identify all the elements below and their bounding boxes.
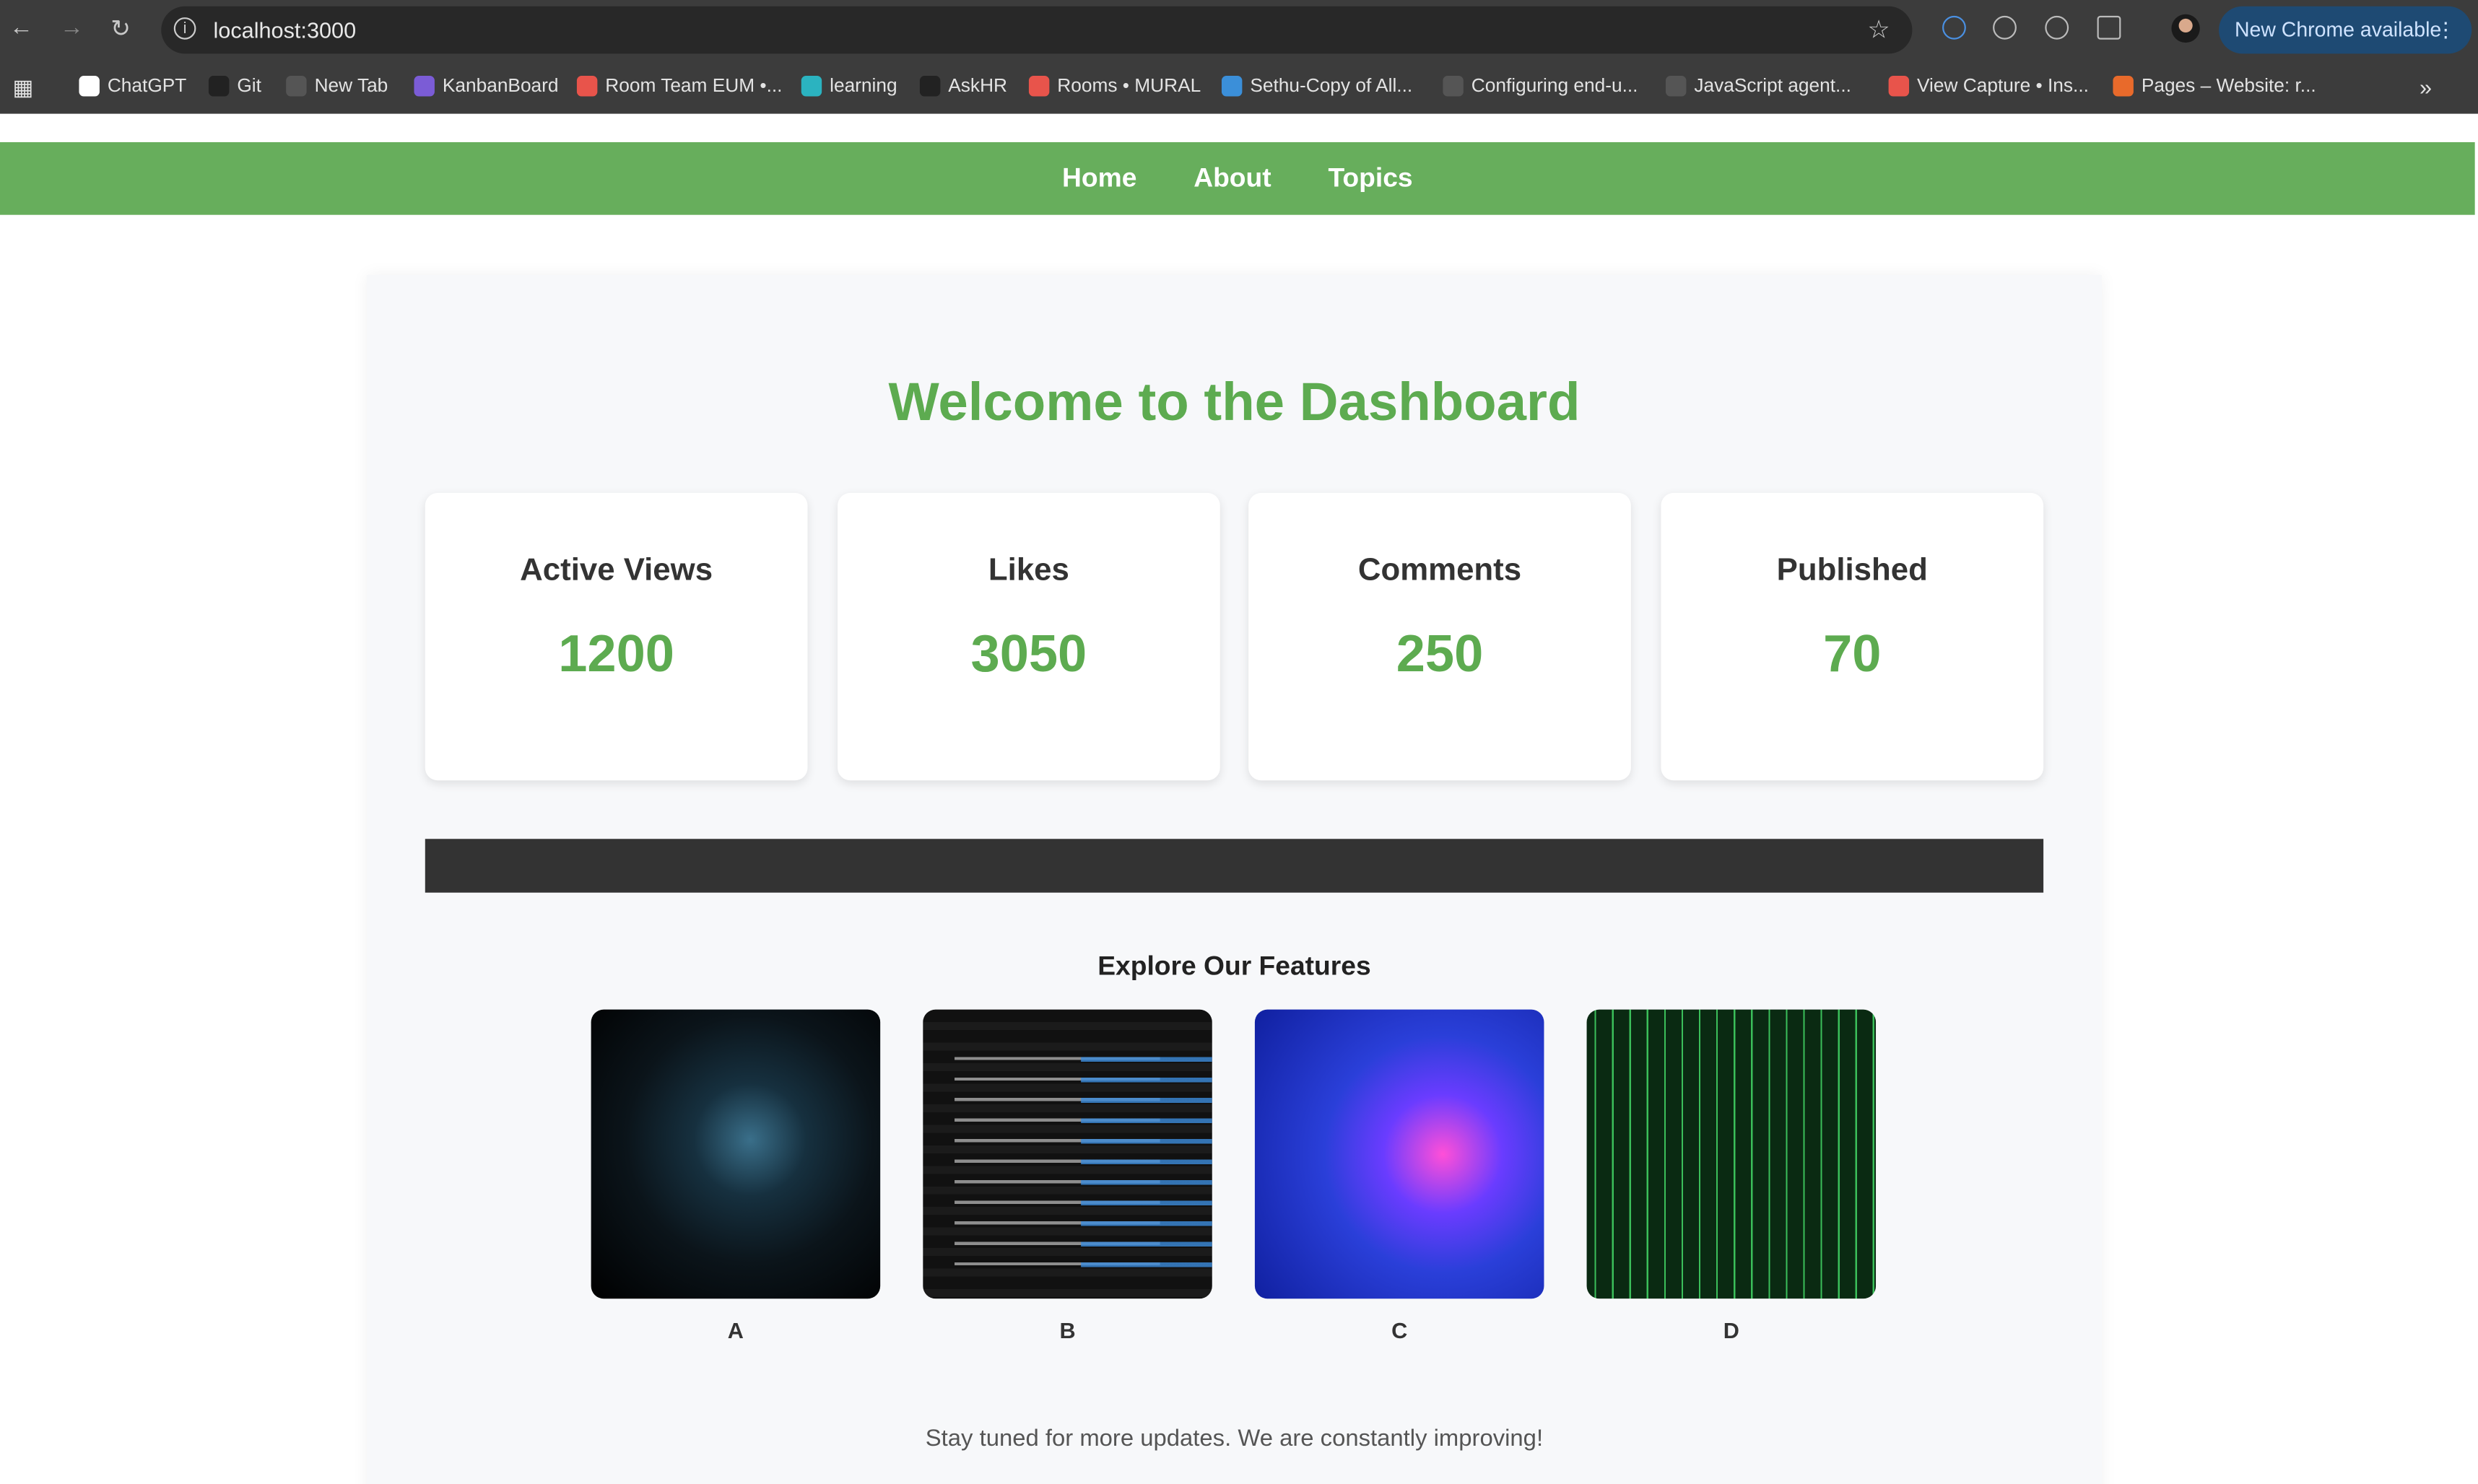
feature-label-d: D (1723, 1317, 1739, 1343)
bookmark-favicon-icon (1028, 74, 1050, 96)
site-info-icon[interactable]: i (173, 17, 196, 40)
bookmark-label: Sethu-Copy of All... (1250, 74, 1413, 97)
bookmark-favicon-icon (79, 74, 100, 96)
feature-image-b[interactable] (923, 1009, 1212, 1299)
browser-window: ← → ↻ i localhost:3000 ☆ New Chrome avai… (0, 0, 2478, 1484)
browser-chrome: ← → ↻ i localhost:3000 ☆ New Chrome avai… (0, 0, 2478, 114)
bookmarks-overflow[interactable]: » (2420, 74, 2432, 100)
puzzle-icon[interactable] (2097, 15, 2121, 40)
bookmark-item[interactable]: learning (801, 74, 897, 97)
bookmark-item[interactable]: Rooms • MURAL (1028, 74, 1201, 97)
back-icon[interactable]: ← (9, 14, 33, 41)
bookmark-label: learning (830, 74, 897, 97)
bookmark-favicon-icon (1443, 74, 1464, 96)
feature-label-b: B (1059, 1317, 1076, 1343)
bookmark-item[interactable]: New Tab (286, 74, 388, 97)
feature-image-a[interactable] (591, 1009, 881, 1299)
forward-icon[interactable]: → (60, 14, 84, 41)
bookmark-star-icon[interactable]: ☆ (1867, 14, 1890, 46)
bookmark-label: Rooms • MURAL (1057, 74, 1201, 97)
dark-banner (425, 839, 2044, 893)
bookmark-label: AskHR (948, 74, 1008, 97)
bookmark-favicon-icon (1221, 74, 1243, 96)
bookmark-item[interactable]: Git (208, 74, 261, 97)
new-chrome-button[interactable]: New Chrome available ⋮ (2219, 6, 2472, 54)
bookmark-favicon-icon (576, 74, 598, 96)
page-title: Welcome to the Dashboard (888, 372, 1581, 433)
nav-topics[interactable]: Topics (1328, 162, 1412, 194)
bookmark-label: Configuring end-u... (1471, 74, 1638, 97)
bookmark-label: New Tab (314, 74, 388, 97)
bookmark-label: View Capture • Ins... (1917, 74, 2089, 97)
stat-card-comments: Comments 250 (1248, 492, 1631, 781)
address-bar[interactable]: i localhost:3000 ☆ (161, 6, 1913, 54)
url-text[interactable]: localhost:3000 (213, 17, 356, 43)
extension-icon[interactable] (1942, 15, 1966, 40)
bookmark-item[interactable]: Room Team EUM •... (576, 74, 783, 97)
bookmark-favicon-icon (414, 74, 435, 96)
feature-image-d[interactable] (1586, 1009, 1877, 1299)
stat-card-active-views: Active Views 1200 (425, 492, 808, 781)
bookmark-favicon-icon (2113, 74, 2134, 96)
bookmark-item[interactable]: KanbanBoard (414, 74, 559, 97)
bookmark-label: ChatGPT (107, 74, 187, 97)
stat-card-published: Published 70 (1661, 492, 2044, 781)
stat-value: 250 (1396, 624, 1484, 683)
bookmark-favicon-icon (1888, 74, 1910, 96)
feature-image-c[interactable] (1254, 1009, 1544, 1299)
nav-home[interactable]: Home (1062, 162, 1136, 194)
feature-label-c: C (1391, 1317, 1408, 1343)
stat-value: 1200 (558, 624, 674, 683)
bookmark-label: Git (237, 74, 261, 97)
bookmark-label: JavaScript agent... (1694, 74, 1851, 97)
bookmark-item[interactable]: Configuring end-u... (1443, 74, 1638, 97)
feature-label-a: A (727, 1317, 744, 1343)
apps-grid-icon[interactable]: ▦ (13, 74, 34, 101)
new-chrome-label: New Chrome available (2234, 17, 2442, 41)
bookmark-item[interactable]: JavaScript agent... (1665, 74, 1851, 97)
bookmark-item[interactable]: ChatGPT (79, 74, 186, 97)
dashboard-panel: Welcome to the Dashboard Active Views 120… (366, 274, 2103, 1484)
stat-value: 70 (1823, 624, 1882, 683)
stat-value: 3050 (970, 624, 1087, 683)
profile-avatar[interactable] (2171, 14, 2200, 43)
features-title: Explore Our Features (1097, 951, 1371, 982)
bookmark-label: Pages – Website: r... (2141, 74, 2316, 97)
bookmark-favicon-icon (208, 74, 230, 96)
bookmark-item[interactable]: View Capture • Ins... (1888, 74, 2089, 97)
top-navbar: Home About Topics (0, 141, 2475, 215)
bookmark-label: Room Team EUM •... (605, 74, 783, 97)
menu-dots-icon[interactable]: ⋮ (2435, 6, 2456, 54)
footer-text: Stay tuned for more updates. We are cons… (925, 1425, 1544, 1452)
bookmark-item[interactable]: Pages – Website: r... (2113, 74, 2316, 97)
stat-label: Published (1776, 553, 1928, 588)
bookmark-item[interactable]: AskHR (919, 74, 1008, 97)
nav-about[interactable]: About (1194, 162, 1271, 194)
target-extension-icon[interactable] (1993, 15, 2017, 40)
bookmark-favicon-icon (919, 74, 941, 96)
stat-label: Comments (1357, 553, 1522, 588)
bookmark-favicon-icon (801, 74, 822, 96)
compass-extension-icon[interactable] (2045, 15, 2069, 40)
reload-icon[interactable]: ↻ (110, 14, 131, 43)
stat-label: Likes (988, 553, 1069, 588)
bookmark-item[interactable]: Sethu-Copy of All... (1221, 74, 1413, 97)
stat-label: Active Views (520, 553, 713, 588)
bookmark-label: KanbanBoard (442, 74, 559, 97)
bookmark-favicon-icon (286, 74, 307, 96)
stat-card-likes: Likes 3050 (838, 492, 1220, 781)
bookmark-favicon-icon (1665, 74, 1687, 96)
